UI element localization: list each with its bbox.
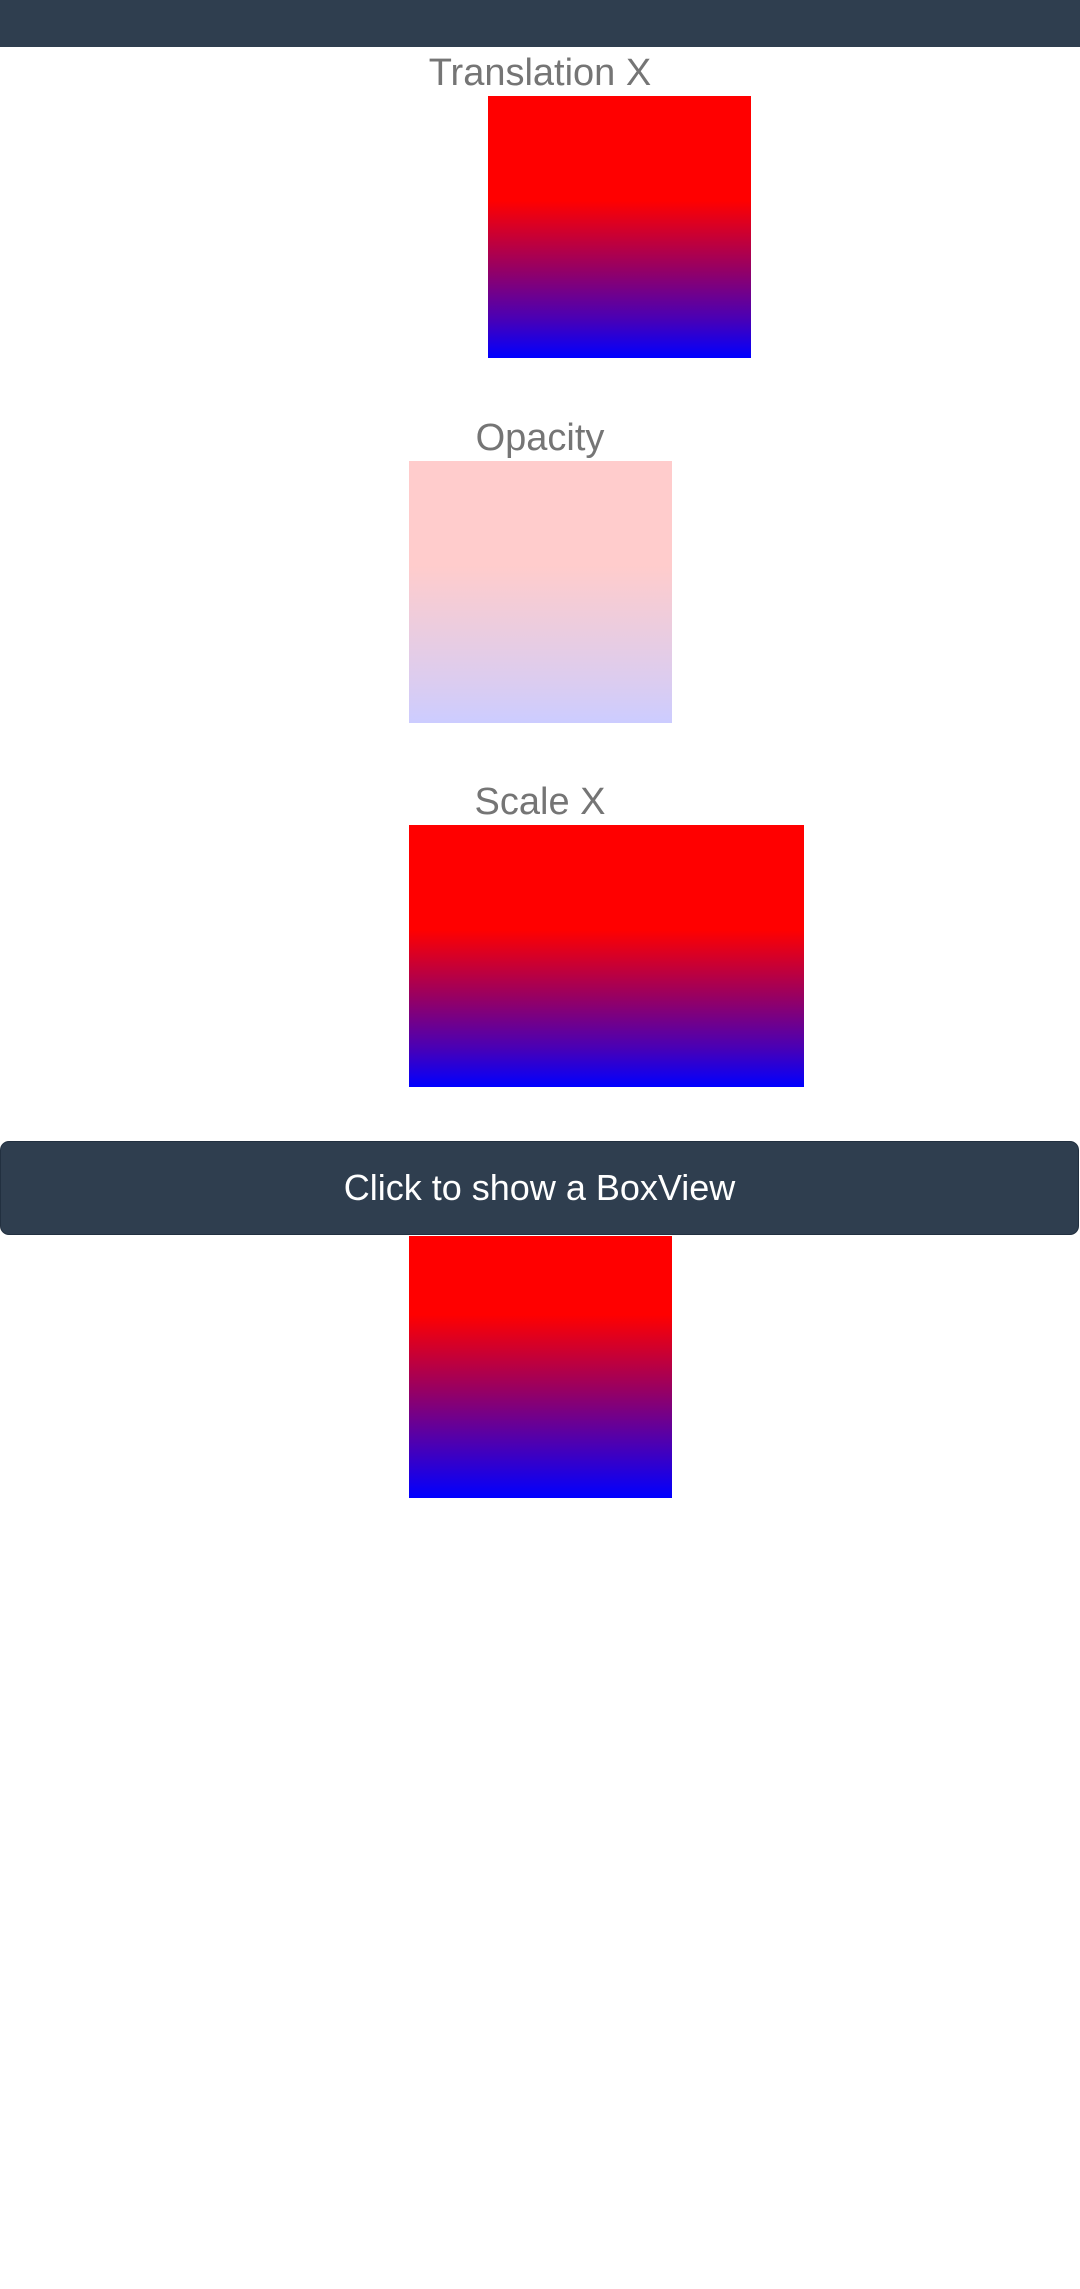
top-bar [0, 0, 1080, 47]
opacity-box [409, 461, 672, 723]
scale-x-box [409, 825, 804, 1087]
opacity-label: Opacity [475, 417, 605, 459]
translation-x-box [488, 96, 751, 358]
scale-x-label: Scale X [474, 781, 606, 823]
boxview [409, 1236, 672, 1498]
app-screen: Translation X Opacity Scale X Click to s… [0, 0, 1080, 2289]
show-boxview-button[interactable]: Click to show a BoxView [0, 1141, 1079, 1235]
translation-x-label: Translation X [428, 52, 652, 94]
